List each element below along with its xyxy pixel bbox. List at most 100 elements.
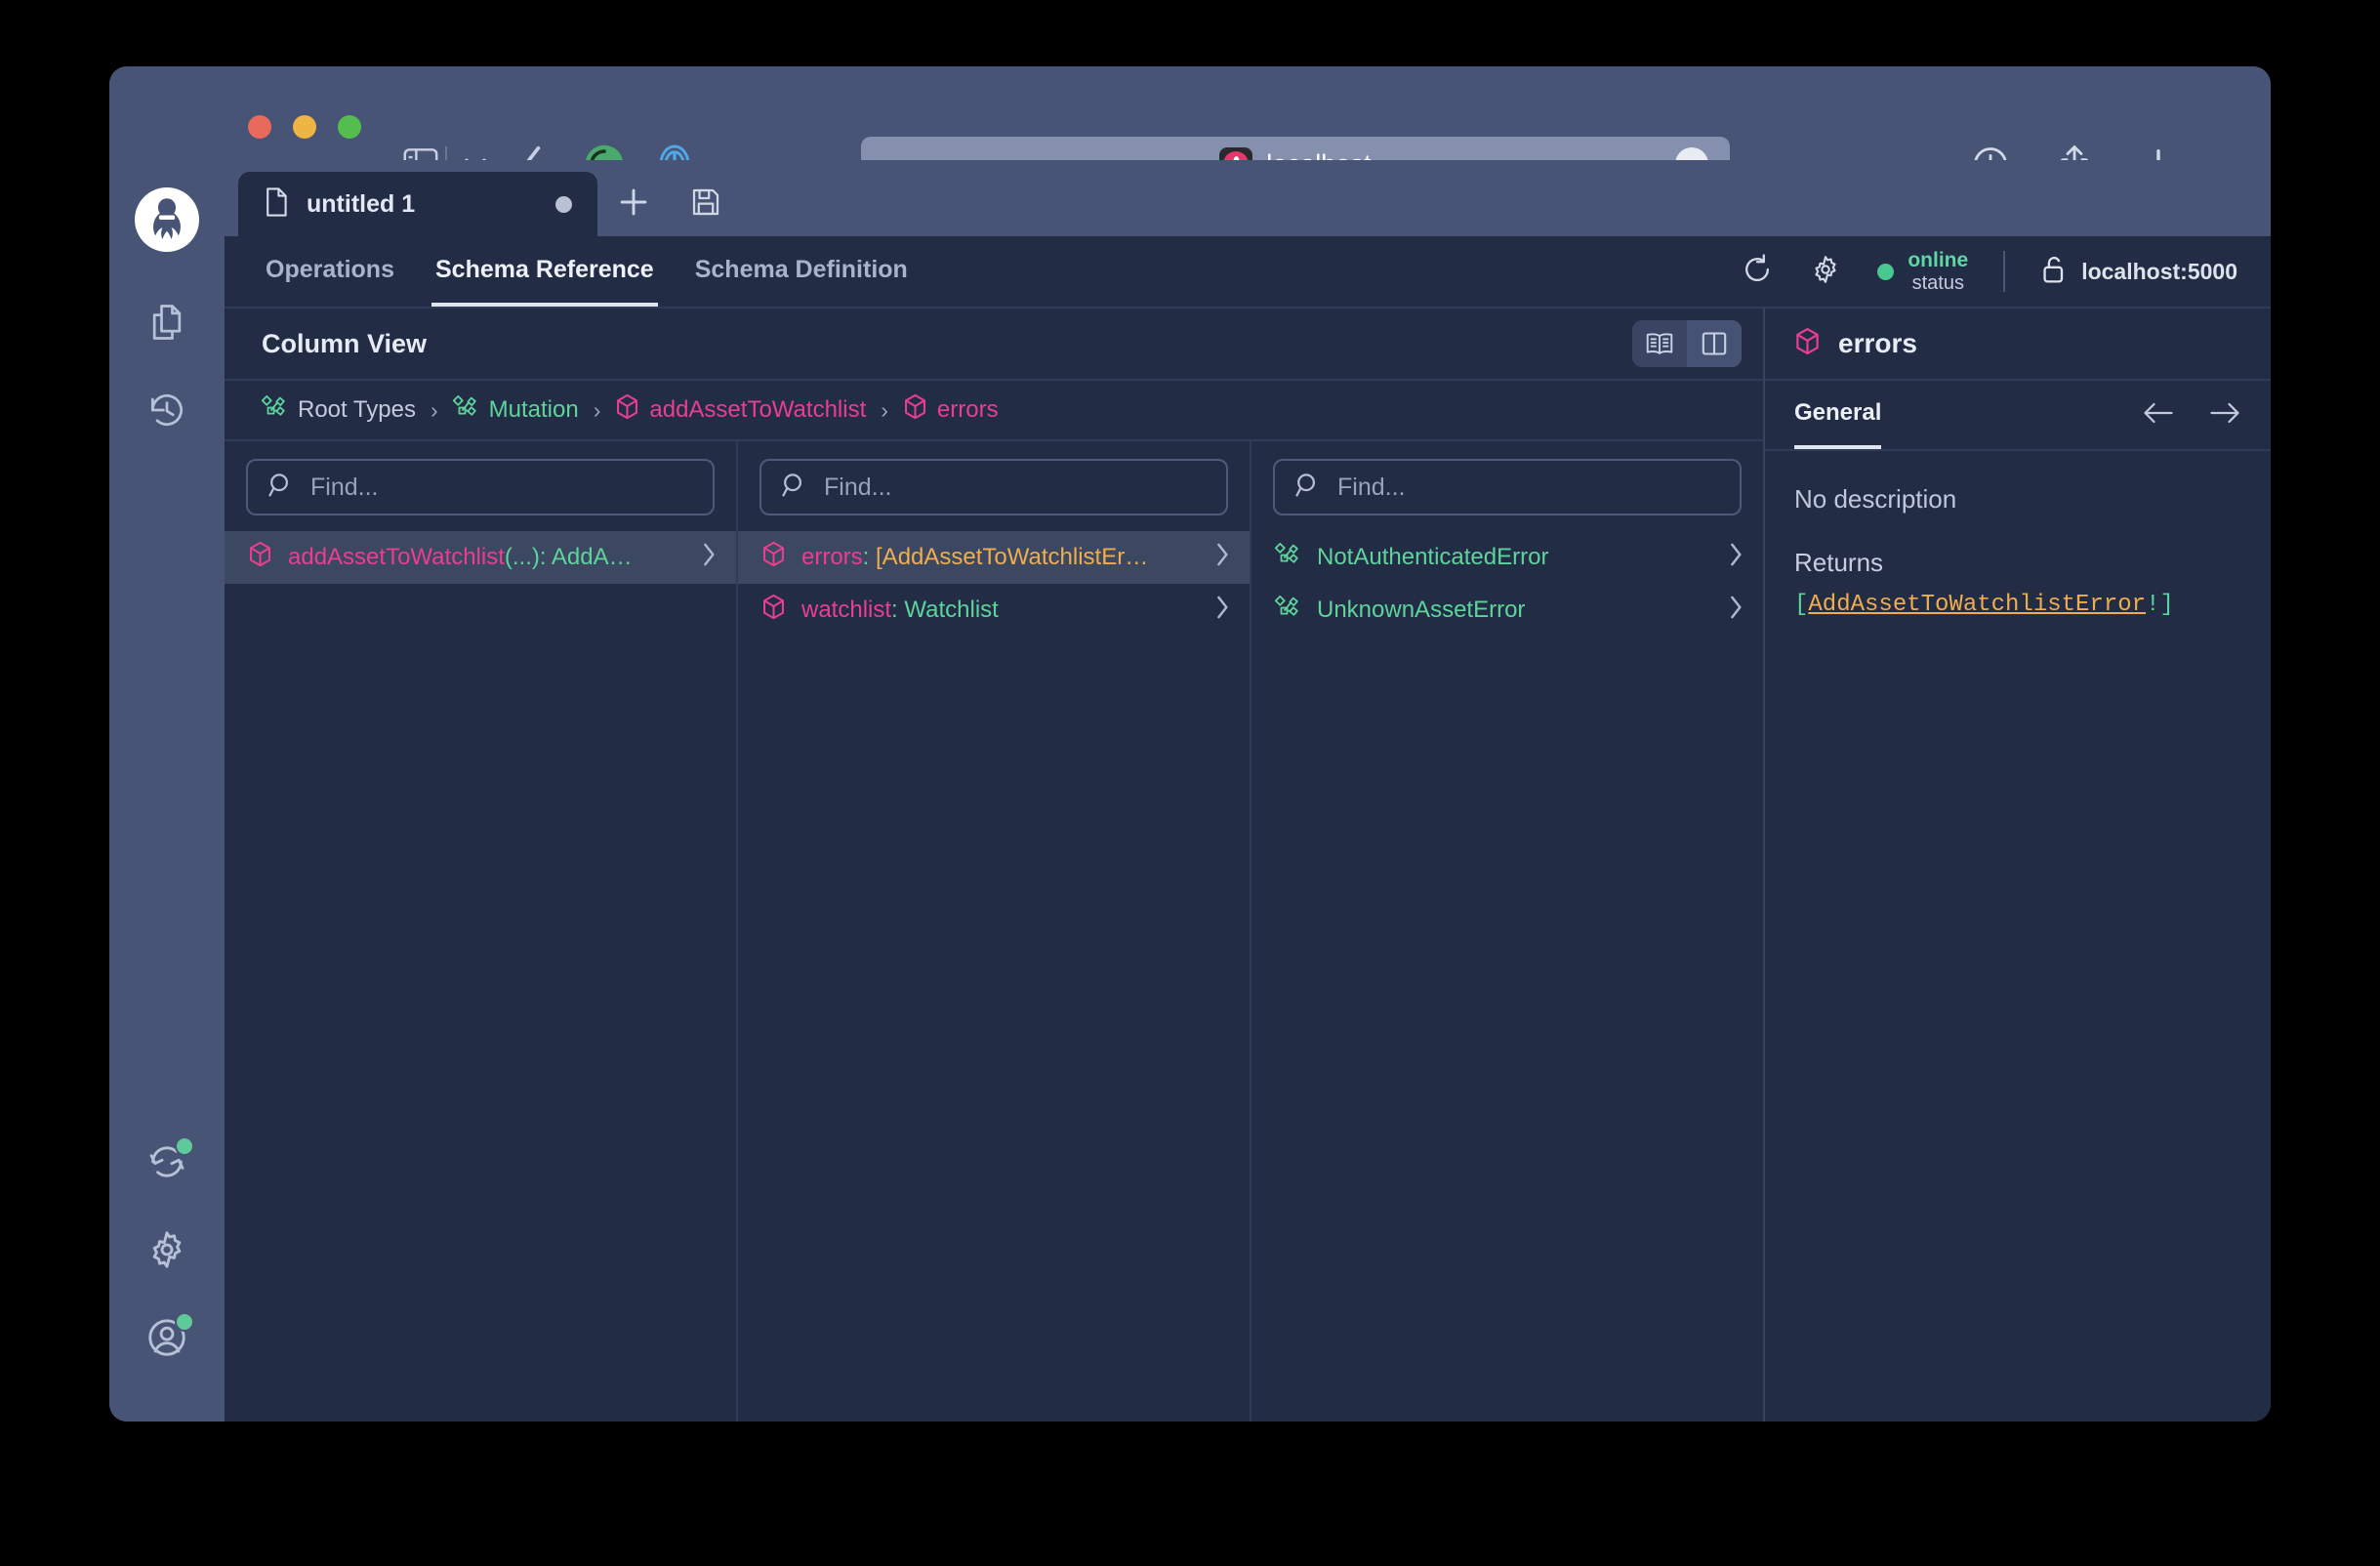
view-mode-toggle bbox=[1632, 320, 1742, 367]
breadcrumb-label: Mutation bbox=[488, 396, 579, 423]
search-icon bbox=[1294, 472, 1322, 504]
column-search-wrapper bbox=[1252, 441, 1763, 531]
schema-row-label: errors: [AddAssetToWatchlistEr… bbox=[801, 544, 1149, 570]
minimize-window-button[interactable] bbox=[293, 115, 316, 139]
breadcrumb-label: errors bbox=[936, 396, 999, 423]
interface-icon bbox=[1274, 542, 1301, 572]
type-icon bbox=[761, 594, 786, 627]
detail-panel: errors General No description Returns [A… bbox=[1765, 309, 2271, 1422]
tab-schema-reference[interactable]: Schema Reference bbox=[431, 236, 658, 307]
chevron-right-icon bbox=[1214, 542, 1230, 574]
type-icon bbox=[903, 393, 927, 427]
history-icon bbox=[145, 389, 188, 436]
document-tab-label: untitled 1 bbox=[307, 189, 416, 218]
main-panel: untitled 1 Operations Schema Reference S… bbox=[225, 160, 2271, 1422]
search-icon bbox=[781, 472, 808, 504]
chevron-right-icon bbox=[1728, 595, 1744, 627]
reload-docs-button[interactable] bbox=[1741, 253, 1774, 291]
column-search-wrapper bbox=[225, 441, 736, 531]
schema-columns: addAssetToWatchlist(...): AddA… bbox=[225, 441, 1763, 1422]
schema-column-1: addAssetToWatchlist(...): AddA… bbox=[225, 441, 738, 1422]
search-box[interactable] bbox=[759, 459, 1228, 515]
browser-toolbar: localhost bbox=[109, 66, 2271, 191]
breadcrumb-item-errors[interactable]: errors bbox=[903, 393, 999, 427]
connection-status: online status bbox=[1877, 249, 1968, 294]
sidebar-item-sync[interactable] bbox=[132, 1129, 202, 1199]
sidebar-item-documents[interactable] bbox=[132, 289, 202, 359]
page-title: Column View bbox=[262, 328, 428, 358]
detail-tabs: General bbox=[1765, 381, 2271, 451]
detail-returns-label: Returns bbox=[1794, 548, 1884, 577]
status-value: online bbox=[1908, 249, 1969, 272]
breadcrumb-separator: › bbox=[593, 396, 601, 423]
chevron-right-icon bbox=[1728, 542, 1744, 574]
schema-column-3: NotAuthenticatedError bbox=[1252, 441, 1763, 1422]
save-icon bbox=[690, 186, 721, 223]
schema-row-notauthenticatederror[interactable]: NotAuthenticatedError bbox=[1252, 531, 1763, 584]
document-tabstrip: untitled 1 bbox=[225, 160, 2271, 236]
zoom-window-button[interactable] bbox=[338, 115, 361, 139]
altair-graphql-logo[interactable] bbox=[135, 187, 199, 252]
breadcrumb-separator: › bbox=[881, 396, 888, 423]
type-icon bbox=[1794, 327, 1821, 360]
schema-row-label: UnknownAssetError bbox=[1317, 597, 1526, 623]
endpoint-display[interactable]: localhost:5000 bbox=[2040, 254, 2237, 290]
schema-row-watchlist[interactable]: watchlist: Watchlist bbox=[738, 584, 1250, 637]
search-input[interactable] bbox=[1337, 473, 1720, 502]
schema-column-2: errors: [AddAssetToWatchlistEr… bbox=[738, 441, 1252, 1422]
documents-icon bbox=[145, 301, 188, 349]
arrow-right-icon[interactable] bbox=[2208, 401, 2241, 430]
column-search-wrapper bbox=[738, 441, 1250, 531]
schema-row-label: NotAuthenticatedError bbox=[1317, 544, 1549, 570]
document-tab-untitled-1[interactable]: untitled 1 bbox=[238, 172, 597, 236]
document-dirty-indicator[interactable] bbox=[555, 195, 572, 213]
type-link[interactable]: AddAssetToWatchlistError bbox=[1808, 592, 2146, 618]
add-document-button[interactable] bbox=[597, 172, 670, 236]
search-box[interactable] bbox=[246, 459, 715, 515]
tab-operations[interactable]: Operations bbox=[262, 236, 398, 307]
tab-general[interactable]: General bbox=[1794, 381, 1882, 449]
column-view-icon[interactable] bbox=[1687, 320, 1742, 367]
detail-body: No description Returns [AddAssetToWatchl… bbox=[1765, 451, 2271, 651]
interface-icon bbox=[1274, 595, 1301, 625]
plus-icon bbox=[617, 185, 650, 224]
sidebar-item-account[interactable] bbox=[132, 1304, 202, 1375]
schema-row-errors[interactable]: errors: [AddAssetToWatchlistEr… bbox=[738, 531, 1250, 584]
breadcrumb-item-addassettowatchlist[interactable]: addAssetToWatchlist bbox=[615, 393, 866, 427]
status-badge bbox=[1877, 263, 1895, 280]
tab-schema-definition[interactable]: Schema Definition bbox=[691, 236, 912, 307]
schema-nav-row: Operations Schema Reference Schema Defin… bbox=[225, 236, 2271, 309]
column-view-panel: Column View Root Types › Mutation › addA… bbox=[225, 309, 1765, 1422]
close-window-button[interactable] bbox=[248, 115, 271, 139]
account-status-badge bbox=[175, 1312, 194, 1332]
file-icon bbox=[264, 186, 289, 223]
schema-reference-content: Column View Root Types › Mutation › addA… bbox=[225, 309, 2271, 1422]
schema-row-label: addAssetToWatchlist(...): AddA… bbox=[288, 544, 633, 570]
breadcrumb-item-root-types[interactable]: Root Types bbox=[261, 394, 416, 425]
schema-row-addassettowatchlist[interactable]: addAssetToWatchlist(...): AddA… bbox=[225, 531, 736, 584]
book-view-icon[interactable] bbox=[1632, 320, 1687, 367]
nav-divider bbox=[2003, 251, 2006, 292]
arrow-left-icon[interactable] bbox=[2142, 401, 2175, 430]
sidebar-item-history[interactable] bbox=[132, 377, 202, 447]
detail-header: errors bbox=[1765, 309, 2271, 381]
breadcrumb-separator: › bbox=[430, 396, 438, 423]
docs-settings-button[interactable] bbox=[1809, 253, 1842, 291]
app-sidebar bbox=[109, 160, 225, 1422]
interface-icon bbox=[261, 394, 288, 425]
breadcrumb: Root Types › Mutation › addAssetToWatchl… bbox=[225, 381, 1763, 441]
search-input[interactable] bbox=[310, 473, 693, 502]
status-label: status bbox=[1911, 271, 1964, 294]
type-icon bbox=[615, 393, 639, 427]
sidebar-item-settings[interactable] bbox=[132, 1216, 202, 1287]
schema-row-unknownasseterror[interactable]: UnknownAssetError bbox=[1252, 584, 1763, 637]
breadcrumb-label: addAssetToWatchlist bbox=[649, 396, 867, 423]
search-box[interactable] bbox=[1273, 459, 1742, 515]
detail-returns-type: [AddAssetToWatchlistError!] bbox=[1794, 592, 2174, 618]
chevron-right-icon bbox=[701, 542, 717, 574]
endpoint-url: localhost:5000 bbox=[2081, 258, 2237, 284]
save-collection-button[interactable] bbox=[670, 172, 742, 236]
search-input[interactable] bbox=[824, 473, 1207, 502]
breadcrumb-item-mutation[interactable]: Mutation bbox=[452, 394, 579, 425]
column-view-header: Column View bbox=[225, 309, 1763, 381]
